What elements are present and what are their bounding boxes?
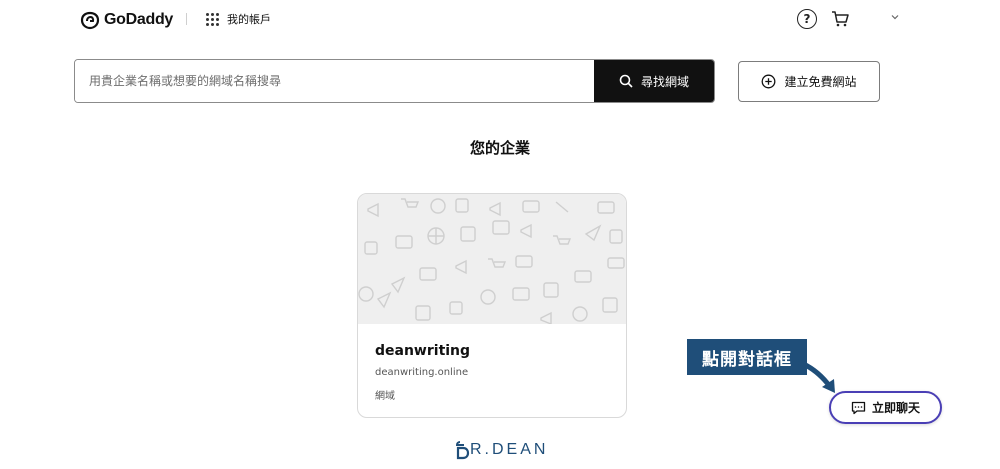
business-domain: deanwriting.online: [375, 367, 469, 378]
watermark-text: R.DEAN: [470, 441, 549, 458]
card-banner-pattern: [358, 194, 626, 324]
godaddy-logo-icon: [80, 11, 100, 30]
cart-icon[interactable]: [830, 9, 850, 29]
pattern-icons: [358, 198, 625, 324]
my-account-label: 我的帳戶: [227, 13, 271, 26]
business-name: deanwriting: [375, 343, 471, 359]
header-divider: [186, 13, 187, 25]
annotation-label: 點開對話框: [687, 339, 807, 375]
logo-text: GoDaddy: [104, 11, 174, 28]
business-product-type: 網域: [375, 391, 395, 402]
section-title: 您的企業: [469, 139, 530, 157]
godaddy-logo[interactable]: GoDaddy: [80, 8, 173, 32]
search-icon: [619, 74, 633, 88]
chevron-down-icon[interactable]: [889, 11, 901, 23]
business-card[interactable]: deanwriting deanwriting.online 網域: [357, 193, 627, 418]
create-free-website-label: 建立免費網站: [784, 75, 857, 89]
domain-search-input[interactable]: [75, 60, 594, 102]
plus-circle-icon: [762, 74, 776, 89]
find-domain-button[interactable]: 尋找網域: [594, 60, 714, 102]
chat-icon: [851, 401, 866, 414]
find-domain-label: 尋找網域: [640, 74, 689, 89]
live-chat-label: 立即聊天: [871, 401, 920, 415]
apps-grid-icon: [206, 12, 219, 26]
dr-dean-logo-mark-icon: [456, 441, 470, 460]
domain-search-bar: 尋找網域: [74, 59, 715, 103]
help-glyph: ?: [803, 12, 811, 26]
my-account-menu[interactable]: 我的帳戶: [206, 11, 271, 27]
dr-dean-watermark: R.DEAN: [456, 438, 551, 462]
top-header: GoDaddy 我的帳戶 ?: [0, 0, 1000, 40]
create-free-website-button[interactable]: 建立免費網站: [738, 61, 880, 102]
live-chat-button[interactable]: 立即聊天: [829, 391, 942, 424]
help-icon[interactable]: ?: [797, 9, 817, 29]
